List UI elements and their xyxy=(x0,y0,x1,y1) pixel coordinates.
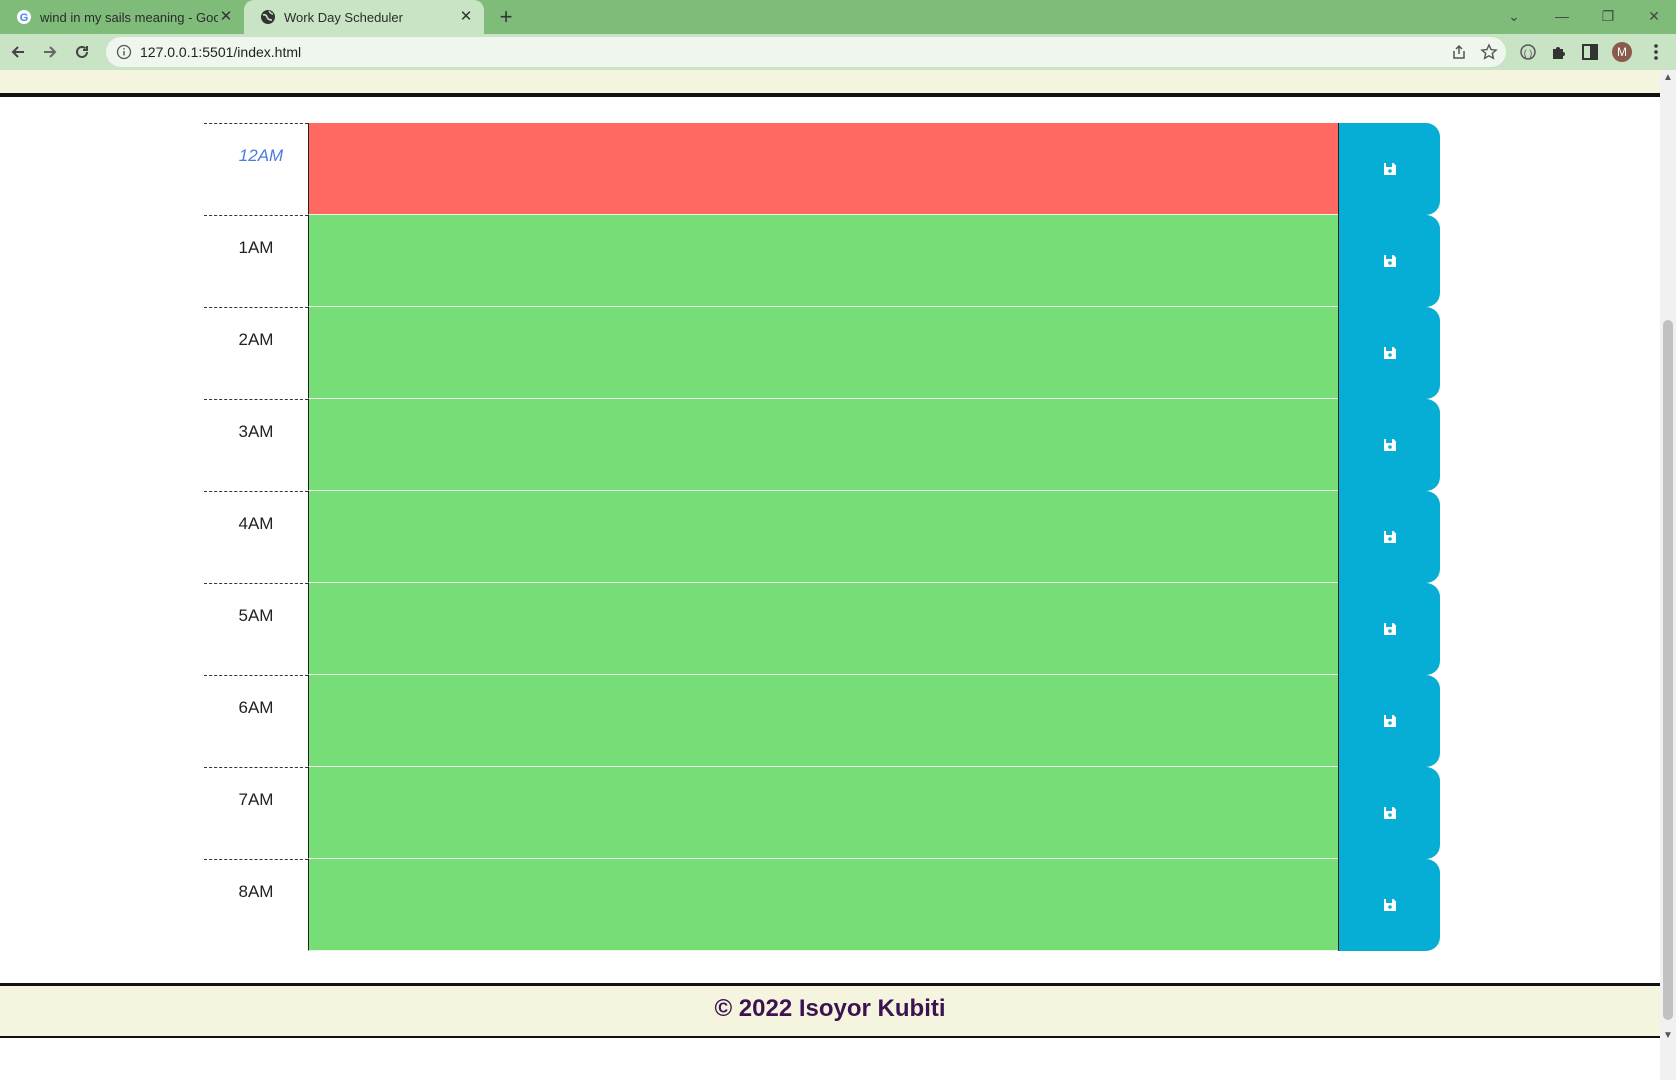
time-block-list: 12AM 1AM 2AM 3AM 4AM 5AM 6AM 7AM 8AM xyxy=(204,123,1454,951)
save-button[interactable] xyxy=(1338,583,1440,675)
time-block-row: 8AM xyxy=(204,859,1454,951)
google-icon: G xyxy=(17,10,31,24)
restore-icon[interactable]: ❐ xyxy=(1588,4,1628,28)
floppy-disk-icon xyxy=(1383,531,1396,543)
header-strip xyxy=(0,70,1660,97)
extension-icon[interactable]: ( ) xyxy=(1518,42,1538,62)
save-button[interactable] xyxy=(1338,215,1440,307)
avatar[interactable]: M xyxy=(1612,42,1632,62)
browser-toolbar: 127.0.0.1:5501/index.html ( ) M xyxy=(0,34,1676,70)
scrollbar[interactable]: ▲ ▼ xyxy=(1660,70,1676,1080)
event-description-field[interactable] xyxy=(308,767,1338,859)
hour-label: 1AM xyxy=(204,215,308,307)
address-bar[interactable]: 127.0.0.1:5501/index.html xyxy=(106,37,1506,67)
share-icon[interactable] xyxy=(1450,43,1468,61)
info-icon[interactable] xyxy=(116,44,132,60)
close-icon[interactable]: ✕ xyxy=(218,9,234,25)
event-description-field[interactable] xyxy=(308,859,1338,951)
event-description-field[interactable] xyxy=(308,675,1338,767)
save-button[interactable] xyxy=(1338,859,1440,951)
footer-text: © 2022 Isoyor Kubiti xyxy=(714,995,946,1022)
star-icon[interactable] xyxy=(1480,43,1498,61)
floppy-disk-icon xyxy=(1383,439,1396,451)
page-viewport: 12AM 1AM 2AM 3AM 4AM 5AM 6AM 7AM 8AM © 2022 Isoy… xyxy=(0,70,1660,1080)
menu-icon[interactable] xyxy=(1646,42,1666,62)
time-block-row: 4AM xyxy=(204,491,1454,583)
url-text: 127.0.0.1:5501/index.html xyxy=(140,44,302,60)
save-button[interactable] xyxy=(1338,767,1440,859)
time-block-row: 3AM xyxy=(204,399,1454,491)
globe-icon xyxy=(261,10,275,24)
scrollbar-thumb[interactable] xyxy=(1663,320,1673,1020)
reload-icon[interactable] xyxy=(70,40,94,64)
scroll-down-icon[interactable]: ▼ xyxy=(1663,1030,1673,1041)
floppy-disk-icon xyxy=(1383,807,1396,819)
event-description-field[interactable] xyxy=(308,215,1338,307)
scroll-up-icon[interactable]: ▲ xyxy=(1663,72,1673,83)
hour-label: 6AM xyxy=(204,675,308,767)
time-block-row: 7AM xyxy=(204,767,1454,859)
time-block-row: 5AM xyxy=(204,583,1454,675)
save-button[interactable] xyxy=(1338,123,1440,215)
event-description-field[interactable] xyxy=(308,583,1338,675)
floppy-disk-icon xyxy=(1383,347,1396,359)
browser-tab-google[interactable]: G wind in my sails meaning - Goog ✕ xyxy=(0,0,244,34)
browser-tab-scheduler[interactable]: Work Day Scheduler ✕ xyxy=(244,0,484,34)
svg-text:G: G xyxy=(20,12,29,24)
floppy-disk-icon xyxy=(1383,255,1396,267)
hour-label: 4AM xyxy=(204,491,308,583)
event-description-field[interactable] xyxy=(308,491,1338,583)
hour-label: 2AM xyxy=(204,307,308,399)
window-close-icon[interactable]: ✕ xyxy=(1634,4,1674,28)
puzzle-icon[interactable] xyxy=(1549,42,1569,62)
floppy-disk-icon xyxy=(1383,715,1396,727)
save-button[interactable] xyxy=(1338,675,1440,767)
close-icon[interactable]: ✕ xyxy=(458,9,474,25)
footer: © 2022 Isoyor Kubiti xyxy=(0,983,1660,1038)
floppy-disk-icon xyxy=(1383,163,1396,175)
save-button[interactable] xyxy=(1338,307,1440,399)
hour-label: 7AM xyxy=(204,767,308,859)
tab-search-icon[interactable]: ⌄ xyxy=(1494,4,1534,28)
time-block-row: 6AM xyxy=(204,675,1454,767)
hour-label: 12AM xyxy=(204,123,308,215)
hour-label: 8AM xyxy=(204,859,308,951)
forward-icon[interactable] xyxy=(38,40,62,64)
save-button[interactable] xyxy=(1338,399,1440,491)
back-icon[interactable] xyxy=(6,40,30,64)
new-tab-button[interactable]: + xyxy=(494,6,518,28)
minimize-icon[interactable]: — xyxy=(1542,4,1582,28)
hour-label: 3AM xyxy=(204,399,308,491)
side-panel-icon[interactable] xyxy=(1580,42,1600,62)
tab-title: Work Day Scheduler xyxy=(284,9,403,25)
floppy-disk-icon xyxy=(1383,899,1396,911)
time-block-row: 12AM xyxy=(204,123,1454,215)
hour-label: 5AM xyxy=(204,583,308,675)
save-button[interactable] xyxy=(1338,491,1440,583)
event-description-field[interactable] xyxy=(308,307,1338,399)
tab-strip: G wind in my sails meaning - Goog ✕ Work… xyxy=(0,0,1676,34)
time-block-row: 2AM xyxy=(204,307,1454,399)
floppy-disk-icon xyxy=(1383,623,1396,635)
event-description-field[interactable] xyxy=(308,399,1338,491)
svg-text:( ): ( ) xyxy=(1524,48,1533,58)
event-description-field[interactable] xyxy=(308,123,1338,215)
tab-title: wind in my sails meaning - Goog xyxy=(40,9,218,25)
time-block-row: 1AM xyxy=(204,215,1454,307)
